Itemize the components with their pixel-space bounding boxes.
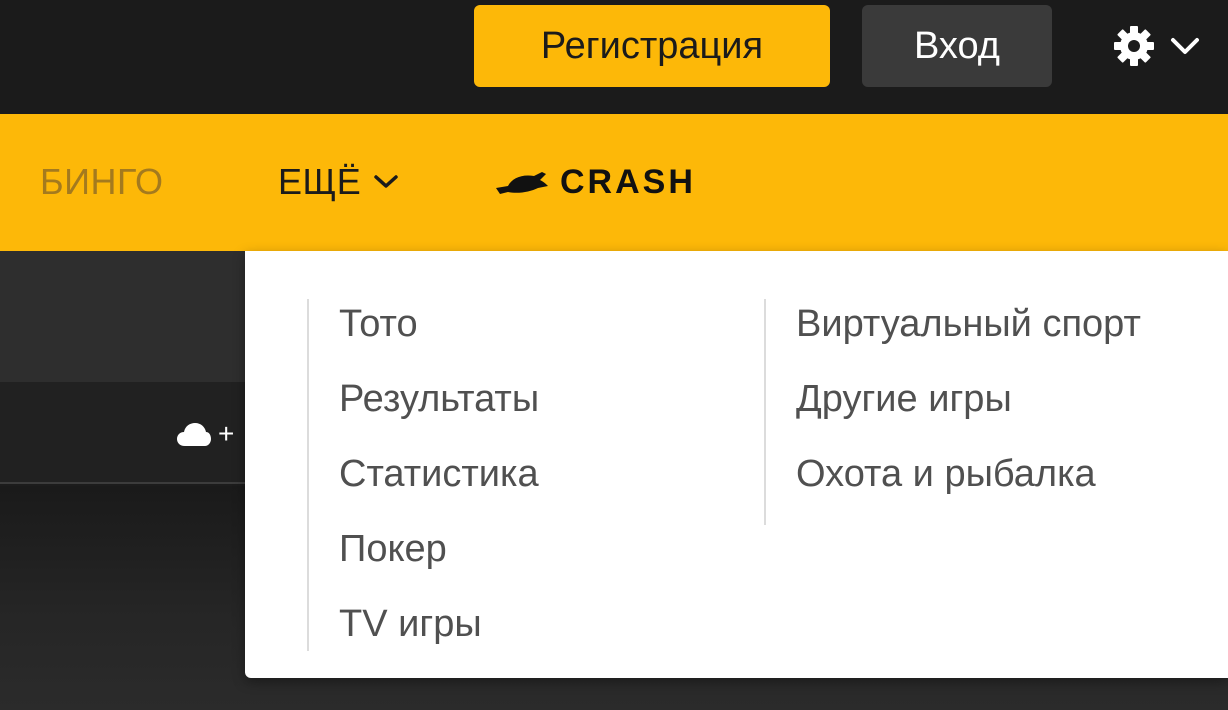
menu-item-poker[interactable]: Покер xyxy=(339,524,539,599)
menu-item-statistics[interactable]: Статистика xyxy=(339,449,539,524)
nav-item-more[interactable]: ЕЩЁ xyxy=(278,160,399,204)
chevron-down-icon xyxy=(1171,38,1199,54)
more-dropdown-menu: Тото Результаты Статистика Покер TV игры… xyxy=(245,251,1228,678)
gear-icon xyxy=(1114,26,1154,66)
weather-indicator[interactable]: + xyxy=(176,418,256,450)
nav-item-label: ЕЩЁ xyxy=(278,161,362,202)
menu-item-virtual-sport[interactable]: Виртуальный спорт xyxy=(796,299,1141,374)
main-navigation: БИНГО ЕЩЁ CRASH xyxy=(0,114,1228,251)
menu-item-tv-games[interactable]: TV игры xyxy=(339,599,539,674)
login-button[interactable]: Вход xyxy=(862,5,1052,87)
chevron-down-icon xyxy=(374,175,399,188)
settings-menu-toggle[interactable] xyxy=(1112,22,1212,70)
dropdown-column-right: Виртуальный спорт Другие игры Охота и ры… xyxy=(764,299,1141,525)
menu-item-hunting-fishing[interactable]: Охота и рыбалка xyxy=(796,449,1141,524)
top-bar: Регистрация Вход xyxy=(0,0,1228,114)
menu-item-other-games[interactable]: Другие игры xyxy=(796,374,1141,449)
page: + Регистрация Вход БИНГО ЕЩЁ CRASH Тото … xyxy=(0,0,1228,710)
cloud-icon xyxy=(177,423,211,446)
nav-item-crash[interactable]: CRASH xyxy=(494,160,696,204)
nav-item-label: БИНГО xyxy=(40,161,164,202)
menu-item-toto[interactable]: Тото xyxy=(339,299,539,374)
menu-item-results[interactable]: Результаты xyxy=(339,374,539,449)
crash-plane-icon xyxy=(496,172,548,194)
dropdown-column-left: Тото Результаты Статистика Покер TV игры xyxy=(307,299,539,651)
weather-suffix: + xyxy=(218,418,235,449)
register-button[interactable]: Регистрация xyxy=(474,5,830,87)
nav-item-bingo[interactable]: БИНГО xyxy=(40,160,163,204)
nav-item-label: CRASH xyxy=(560,162,696,201)
